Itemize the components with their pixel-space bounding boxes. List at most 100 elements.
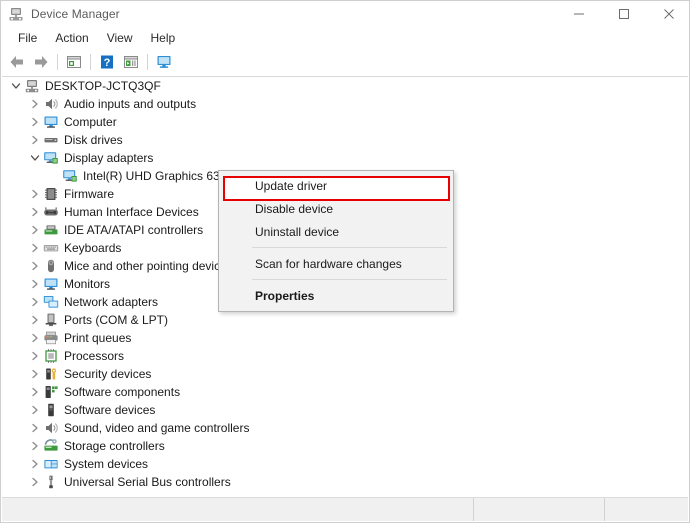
tree-item[interactable]: Sound, video and game controllers — [2, 419, 688, 437]
chevron-right-icon[interactable] — [27, 419, 43, 437]
help-icon: ? — [101, 55, 113, 69]
ide-icon — [43, 222, 59, 238]
tree-item[interactable]: Audio inputs and outputs — [2, 95, 688, 113]
tree-item-label: Sound, video and game controllers — [64, 421, 250, 435]
chevron-right-icon[interactable] — [27, 383, 43, 401]
toolbar-separator — [57, 53, 58, 70]
chevron-right-icon[interactable] — [27, 95, 43, 113]
tree-item-label: Mice and other pointing devices — [64, 259, 233, 273]
chevron-right-icon[interactable] — [27, 221, 43, 239]
chevron-right-icon[interactable] — [27, 113, 43, 131]
speaker-icon — [43, 420, 59, 436]
tree-item-label: Intel(R) UHD Graphics 630 — [83, 169, 227, 183]
chevron-down-icon[interactable] — [8, 77, 24, 95]
menu-view[interactable]: View — [98, 29, 142, 47]
chevron-down-icon[interactable] — [27, 149, 43, 167]
context-menu-item-label: Scan for hardware changes — [255, 256, 402, 271]
tree-item[interactable]: Storage controllers — [2, 437, 688, 455]
tree-item[interactable]: Security devices — [2, 365, 688, 383]
context-menu-item-label: Uninstall device — [255, 224, 340, 239]
processor-icon — [43, 348, 59, 364]
menu-help[interactable]: Help — [142, 29, 185, 47]
menu-bar: File Action View Help — [1, 27, 689, 49]
help-button[interactable]: ? — [95, 51, 119, 73]
tree-item-label: Software components — [64, 385, 181, 399]
computer-root-icon — [24, 78, 40, 94]
tree-item-label: System devices — [64, 457, 149, 471]
chevron-right-icon[interactable] — [27, 401, 43, 419]
tree-item[interactable]: DESKTOP-JCTQ3QF — [2, 77, 688, 95]
tree-item-label: Firmware — [64, 187, 114, 201]
close-button[interactable] — [646, 1, 689, 27]
storage-icon — [43, 438, 59, 454]
update-driver-button[interactable] — [119, 51, 143, 73]
properties-button[interactable] — [62, 51, 86, 73]
tree-item[interactable]: Software components — [2, 383, 688, 401]
tree-item-label: Human Interface Devices — [64, 205, 199, 219]
menu-action[interactable]: Action — [46, 29, 97, 47]
tree-item[interactable]: Universal Serial Bus controllers — [2, 473, 688, 491]
minimize-button[interactable] — [556, 1, 601, 27]
tree-item[interactable]: Computer — [2, 113, 688, 131]
device-manager-icon — [8, 6, 24, 22]
chevron-right-icon[interactable] — [27, 257, 43, 275]
chevron-right-icon[interactable] — [27, 365, 43, 383]
title-bar: Device Manager — [1, 1, 689, 27]
printer-icon — [43, 330, 59, 346]
tree-item-label: IDE ATA/ATAPI controllers — [64, 223, 204, 237]
menu-file[interactable]: File — [9, 29, 46, 47]
tree-item-label: Storage controllers — [64, 439, 165, 453]
disk-icon — [43, 132, 59, 148]
chevron-right-icon[interactable] — [27, 131, 43, 149]
context-menu-separator — [252, 247, 447, 248]
tree-item-label: Print queues — [64, 331, 132, 345]
forward-button[interactable] — [29, 51, 53, 73]
display-adapter-icon — [43, 150, 59, 166]
back-button[interactable] — [5, 51, 29, 73]
hid-icon — [43, 204, 59, 220]
context-menu-separator — [252, 279, 447, 280]
chevron-right-icon[interactable] — [27, 329, 43, 347]
context-menu-item[interactable]: Properties — [219, 284, 453, 307]
context-menu: Update driver Disable device Uninstall dev… — [218, 170, 454, 312]
chevron-right-icon[interactable] — [27, 239, 43, 257]
chevron-right-icon[interactable] — [27, 437, 43, 455]
tree-item[interactable]: Ports (COM & LPT) — [2, 311, 688, 329]
device-manager-window: Device Manager File Action View Help ? D… — [0, 0, 690, 523]
tree-item-label: Universal Serial Bus controllers — [64, 475, 231, 489]
tree-item-label: Security devices — [64, 367, 152, 381]
chevron-right-icon[interactable] — [27, 203, 43, 221]
tree-item[interactable]: Disk drives — [2, 131, 688, 149]
security-icon — [43, 366, 59, 382]
status-bar — [2, 497, 688, 521]
tree-item[interactable]: Display adapters — [2, 149, 688, 167]
tree-item[interactable]: Software devices — [2, 401, 688, 419]
chevron-right-icon[interactable] — [27, 185, 43, 203]
keyboard-icon — [43, 240, 59, 256]
tree-item[interactable]: Print queues — [2, 329, 688, 347]
context-menu-item[interactable]: Scan for hardware changes — [219, 252, 453, 275]
tree-item-label: Display adapters — [64, 151, 154, 165]
window-title: Device Manager — [31, 7, 120, 21]
context-menu-item[interactable]: Update driver — [219, 174, 453, 197]
tree-item-label: Processors — [64, 349, 125, 363]
chevron-right-icon[interactable] — [27, 473, 43, 491]
chevron-right-icon[interactable] — [27, 455, 43, 473]
tree-item[interactable]: System devices — [2, 455, 688, 473]
toolbar: ? — [1, 49, 689, 74]
context-menu-item[interactable]: Uninstall device — [219, 220, 453, 243]
chevron-right-icon[interactable] — [27, 275, 43, 293]
firmware-icon — [43, 186, 59, 202]
scan-hardware-button[interactable] — [152, 51, 176, 73]
tree-expander-placeholder — [46, 167, 62, 185]
tree-item-label: Keyboards — [64, 241, 122, 255]
maximize-button[interactable] — [601, 1, 646, 27]
tree-item-label: Software devices — [64, 403, 156, 417]
chevron-right-icon[interactable] — [27, 293, 43, 311]
chevron-right-icon[interactable] — [27, 347, 43, 365]
back-icon — [10, 55, 23, 68]
software-device-icon — [43, 402, 59, 418]
tree-item[interactable]: Processors — [2, 347, 688, 365]
chevron-right-icon[interactable] — [27, 311, 43, 329]
status-segment-3 — [605, 498, 688, 521]
